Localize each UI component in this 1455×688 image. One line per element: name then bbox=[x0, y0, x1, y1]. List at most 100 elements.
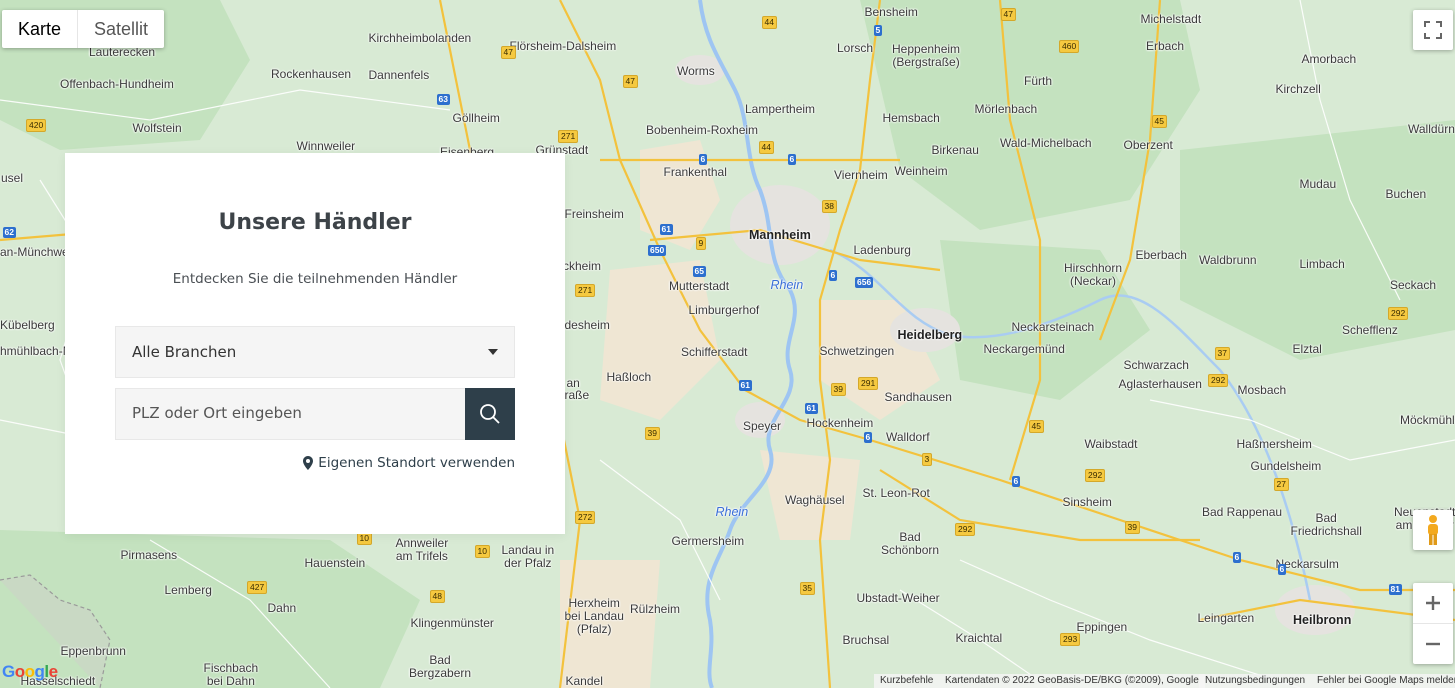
road-number-shield: 81 bbox=[1388, 584, 1402, 595]
place-label: Schwarzach bbox=[1123, 357, 1189, 372]
road-number-shield: 37 bbox=[1214, 347, 1230, 360]
place-label: Pirmasens bbox=[120, 547, 178, 562]
place-label: Sandhausen bbox=[884, 389, 952, 404]
road-number-shield: 61 bbox=[659, 224, 673, 235]
place-label: desheim bbox=[564, 317, 610, 332]
road-number-shield: 272 bbox=[575, 511, 596, 524]
map-type-map-button[interactable]: Karte bbox=[2, 10, 77, 48]
plus-icon bbox=[1426, 596, 1440, 610]
report-error-link[interactable]: Fehler bei Google Maps melden bbox=[1311, 674, 1455, 688]
place-label: Heilbronn bbox=[1293, 612, 1352, 627]
location-search-field[interactable] bbox=[115, 388, 468, 440]
place-label: Kraichtal bbox=[955, 630, 1003, 645]
place-label: Göllheim bbox=[452, 110, 500, 125]
location-search-input[interactable] bbox=[116, 389, 468, 437]
place-label: Mutterstadt bbox=[669, 278, 730, 293]
place-label: Michelstadt bbox=[1140, 11, 1202, 26]
road-number-shield: 271 bbox=[558, 130, 579, 143]
road-number-shield: 39 bbox=[1124, 521, 1140, 534]
road-number-shield: 420 bbox=[26, 119, 47, 132]
river-label: Rhein bbox=[715, 504, 749, 519]
search-icon bbox=[480, 404, 500, 424]
road-number-shield: 6 bbox=[698, 154, 708, 165]
place-label: Rülzheim bbox=[630, 601, 681, 616]
dealer-search-panel: Unsere Händler Entdecken Sie die teilneh… bbox=[65, 153, 565, 534]
road-number-shield: 5 bbox=[873, 25, 883, 36]
zoom-in-button[interactable] bbox=[1413, 583, 1453, 624]
branch-select[interactable]: Alle Branchen bbox=[115, 326, 515, 378]
road-number-shield: 65 bbox=[692, 266, 706, 277]
place-label: Neckarsteinach bbox=[1011, 319, 1095, 334]
place-label: Landau in der Pfalz bbox=[501, 543, 555, 570]
google-logo[interactable]: Google bbox=[2, 662, 58, 682]
place-label: Flörsheim-Dalsheim bbox=[509, 38, 617, 53]
road-number-shield: 6 bbox=[828, 270, 838, 281]
road-number-shield: 6 bbox=[1011, 476, 1021, 487]
place-label: Bruchsal bbox=[842, 632, 890, 647]
place-label: Hauenstein bbox=[304, 555, 366, 570]
road-number-shield: 292 bbox=[1208, 374, 1229, 387]
place-label: Erbach bbox=[1146, 38, 1185, 53]
place-label: Mosbach bbox=[1237, 382, 1287, 397]
road-number-shield: 656 bbox=[855, 277, 874, 288]
place-label: Kirchzell bbox=[1275, 81, 1321, 96]
place-label: Heppenheim (Bergstraße) bbox=[892, 42, 961, 69]
place-label: Freinsheim bbox=[564, 206, 624, 221]
place-label: Kandel bbox=[565, 674, 603, 688]
road-number-shield: 6 bbox=[863, 432, 873, 443]
fullscreen-icon bbox=[1424, 21, 1442, 39]
map-type-satellite-button[interactable]: Satellit bbox=[77, 10, 164, 48]
place-label: Hemsbach bbox=[882, 110, 940, 125]
road-number-shield: 44 bbox=[758, 141, 774, 154]
road-number-shield: 45 bbox=[1151, 115, 1167, 128]
place-label: Worms bbox=[677, 63, 715, 78]
place-label: Lampertheim bbox=[745, 101, 816, 116]
place-label: Oberzent bbox=[1123, 137, 1173, 152]
location-pin-icon bbox=[303, 456, 314, 470]
fullscreen-button[interactable] bbox=[1413, 10, 1453, 50]
place-label: Weinheim bbox=[894, 163, 948, 178]
road-number-shield: 47 bbox=[622, 75, 638, 88]
place-label: Sinsheim bbox=[1062, 494, 1112, 509]
terms-link[interactable]: Nutzungsbedingungen bbox=[1199, 674, 1312, 688]
place-label: Schefflenz bbox=[1342, 322, 1398, 337]
road-number-shield: 271 bbox=[575, 284, 596, 297]
road-number-shield: 61 bbox=[738, 380, 752, 391]
place-label: Eppenbrunn bbox=[60, 643, 126, 658]
search-button[interactable] bbox=[465, 388, 515, 440]
place-label: Kirchheimbolanden bbox=[368, 30, 472, 45]
zoom-out-button[interactable] bbox=[1413, 624, 1453, 664]
road-number-shield: 460 bbox=[1059, 40, 1080, 53]
place-label: Lemberg bbox=[164, 582, 212, 597]
place-label: Wald-Michelbach bbox=[1000, 135, 1092, 150]
place-label: Limburgerhof bbox=[688, 302, 760, 317]
road-number-shield: 6 bbox=[787, 154, 797, 165]
place-label: Germersheim bbox=[671, 533, 745, 548]
road-number-shield: 650 bbox=[648, 245, 667, 256]
place-label: Kübelberg bbox=[0, 317, 55, 332]
place-label: usel bbox=[1, 170, 24, 185]
road-number-shield: 47 bbox=[500, 46, 516, 59]
place-label: Möckmühl bbox=[1400, 412, 1455, 427]
road-number-shield: 427 bbox=[247, 581, 268, 594]
shortcuts-link[interactable]: Kurzbefehle bbox=[874, 674, 940, 688]
road-number-shield: 6 bbox=[1232, 552, 1242, 563]
place-label: Amorbach bbox=[1301, 51, 1357, 66]
place-label: Fürth bbox=[1024, 73, 1053, 88]
road-number-shield: 10 bbox=[474, 545, 490, 558]
panel-title: Unsere Händler bbox=[218, 210, 412, 235]
map-type-control: Karte Satellit bbox=[2, 10, 165, 48]
use-my-location-label: Eigenen Standort verwenden bbox=[318, 455, 515, 471]
place-label: Birkenau bbox=[931, 142, 979, 157]
road-number-shield: 9 bbox=[695, 237, 707, 250]
place-label: Heidelberg bbox=[897, 327, 963, 342]
place-label: Bad Schönborn bbox=[881, 530, 940, 557]
panel-subtitle: Entdecken Sie die teilnehmenden Händler bbox=[172, 271, 458, 287]
place-label: Frankenthal bbox=[663, 164, 727, 179]
place-label: Waghäusel bbox=[785, 492, 845, 507]
place-label: Seckach bbox=[1390, 277, 1437, 292]
street-view-pegman[interactable] bbox=[1413, 510, 1453, 550]
use-my-location-link[interactable]: Eigenen Standort verwenden bbox=[303, 455, 515, 471]
place-label: Bobenheim-Roxheim bbox=[646, 122, 759, 137]
place-label: Lorsch bbox=[837, 40, 874, 55]
